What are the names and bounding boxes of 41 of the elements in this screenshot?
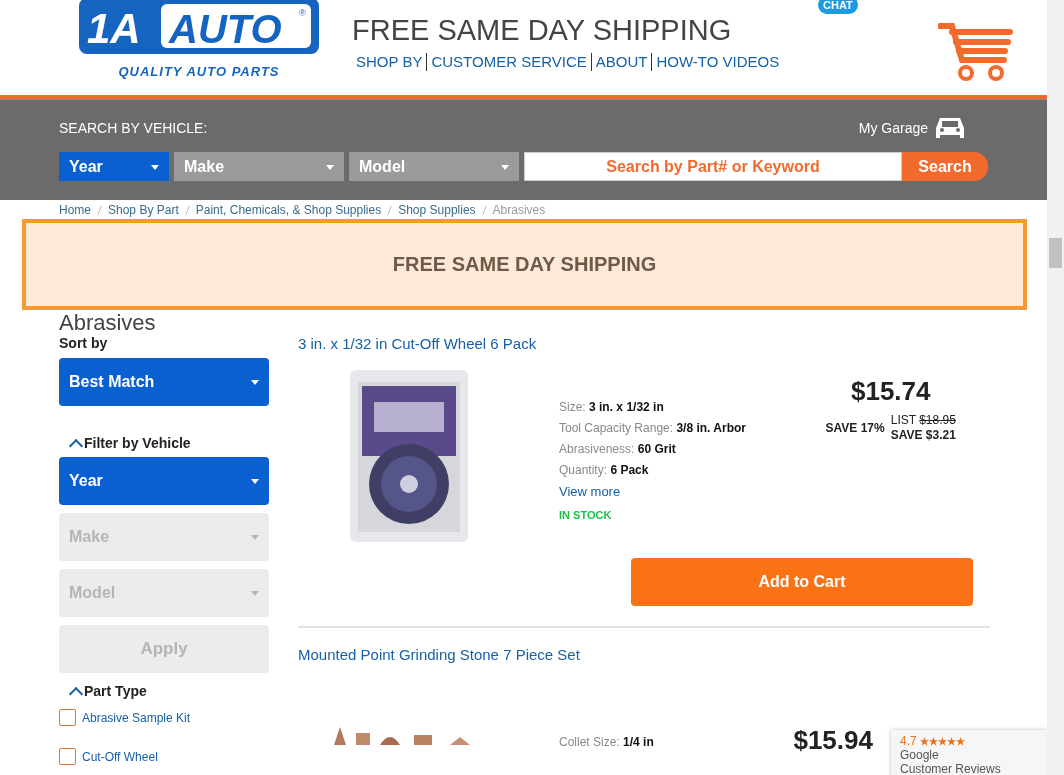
breadcrumb-link[interactable]: Home — [59, 203, 91, 217]
nav-link[interactable]: CUSTOMER SERVICE — [426, 53, 591, 71]
save-percent: SAVE 17% — [825, 421, 885, 435]
spec-line: Collet Size: 1/4 in — [559, 735, 655, 749]
stock-status: IN STOCK — [559, 509, 613, 521]
badge-line: Customer Reviews — [900, 762, 1002, 775]
category-heading: Abrasives — [59, 311, 157, 335]
nav-link[interactable]: SHOP BY — [356, 53, 427, 71]
reviews-badge[interactable]: 4.7 Google Customer Reviews — [891, 730, 1047, 775]
breadcrumb-link[interactable]: Paint, Chemicals, & Shop Supplies — [195, 203, 382, 217]
badge-line: Google — [900, 748, 940, 762]
vehicle-filter-select[interactable]: Year — [59, 457, 269, 505]
sort-select[interactable]: Best Match — [59, 358, 269, 406]
shipping-headline: FREE SAME DAY SHIPPING — [352, 14, 733, 47]
save-amount: SAVE $3.21 — [890, 428, 956, 443]
filter-heading: Part Type — [84, 683, 147, 699]
spec-line: Quantity: 6 Pack — [559, 463, 650, 477]
nav-link[interactable]: HOW-TO VIDEOS — [651, 53, 784, 71]
product-title-link[interactable]: Mounted Point Grinding Stone 7 Piece Set — [298, 646, 990, 663]
spec-line: Abrasiveness: 60 Grit — [559, 442, 677, 456]
search-by-vehicle-label: SEARCH BY VEHICLE: — [59, 120, 208, 136]
banner-text: FREE SAME DAY SHIPPING — [392, 253, 657, 276]
rating-value: 4.7 — [900, 734, 917, 748]
list-price: LIST $18.95 — [890, 413, 956, 428]
filter-heading: Filter by Vehicle — [84, 435, 191, 451]
search-field[interactable]: Search by Part# or Keyword — [524, 152, 902, 181]
breadcrumb-link[interactable]: Shop By Part — [108, 203, 179, 217]
spec-line: Tool Capacity Range: 3/8 in. Arbor — [559, 421, 747, 435]
nav-link[interactable]: ABOUT — [590, 53, 652, 71]
part-type-link[interactable]: Cut-Off Wheel — [82, 749, 158, 764]
view-more-link[interactable]: View more — [559, 484, 768, 499]
price: $15.94 — [793, 725, 873, 756]
part-type-link[interactable]: Abrasive Sample Kit — [82, 710, 191, 725]
vehicle-select[interactable]: Year — [59, 152, 169, 181]
spec-line: Size: 3 in. x 1/32 in — [559, 400, 665, 414]
breadcrumb-link[interactable]: Shop Supplies — [398, 203, 476, 217]
logo-tagline: QUALITY AUTO PARTS — [118, 64, 280, 79]
sort-label: Sort by — [59, 335, 109, 351]
product-title-link[interactable]: 3 in. x 1/32 in Cut-Off Wheel 6 Pack — [298, 335, 990, 352]
price: $15.74 — [850, 376, 931, 407]
garage-link[interactable]: My Garage — [858, 120, 928, 136]
